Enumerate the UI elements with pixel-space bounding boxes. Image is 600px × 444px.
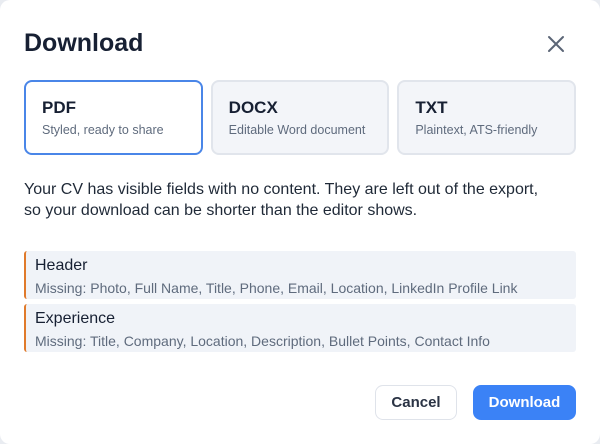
format-option-docx[interactable]: DOCX Editable Word document — [210, 80, 390, 155]
dialog-footer: Cancel Download — [375, 385, 576, 420]
format-option-txt[interactable]: TXT Plaintext, ATS-friendly — [397, 80, 577, 155]
format-name: DOCX — [228, 98, 278, 117]
missing-section-fields: Missing: Title, Company, Location, Descr… — [35, 333, 490, 349]
missing-item-experience: Experience Missing: Title, Company, Loca… — [24, 304, 576, 352]
format-option-pdf[interactable]: PDF Styled, ready to share — [24, 80, 203, 155]
format-name: TXT — [415, 98, 448, 117]
download-dialog: Download PDF Styled, ready to share DOCX… — [0, 0, 600, 444]
missing-section-name: Experience — [35, 310, 116, 327]
missing-item-header: Header Missing: Photo, Full Name, Title,… — [24, 251, 576, 299]
close-icon — [548, 36, 564, 52]
missing-fields-list: Header Missing: Photo, Full Name, Title,… — [24, 251, 576, 357]
format-description: Styled, ready to share — [42, 123, 164, 137]
format-description: Editable Word document — [228, 123, 366, 137]
format-name: PDF — [42, 98, 76, 117]
format-description: Plaintext, ATS-friendly — [415, 123, 538, 137]
empty-fields-notice: Your CV has visible fields with no conte… — [24, 181, 539, 219]
dialog-title: Download — [24, 29, 144, 57]
close-button[interactable] — [540, 28, 572, 60]
missing-section-name: Header — [35, 257, 88, 274]
missing-section-fields: Missing: Photo, Full Name, Title, Phone,… — [35, 280, 518, 296]
format-options: PDF Styled, ready to share DOCX Editable… — [24, 80, 577, 155]
download-button[interactable]: Download — [473, 385, 576, 420]
cancel-button[interactable]: Cancel — [375, 385, 457, 420]
